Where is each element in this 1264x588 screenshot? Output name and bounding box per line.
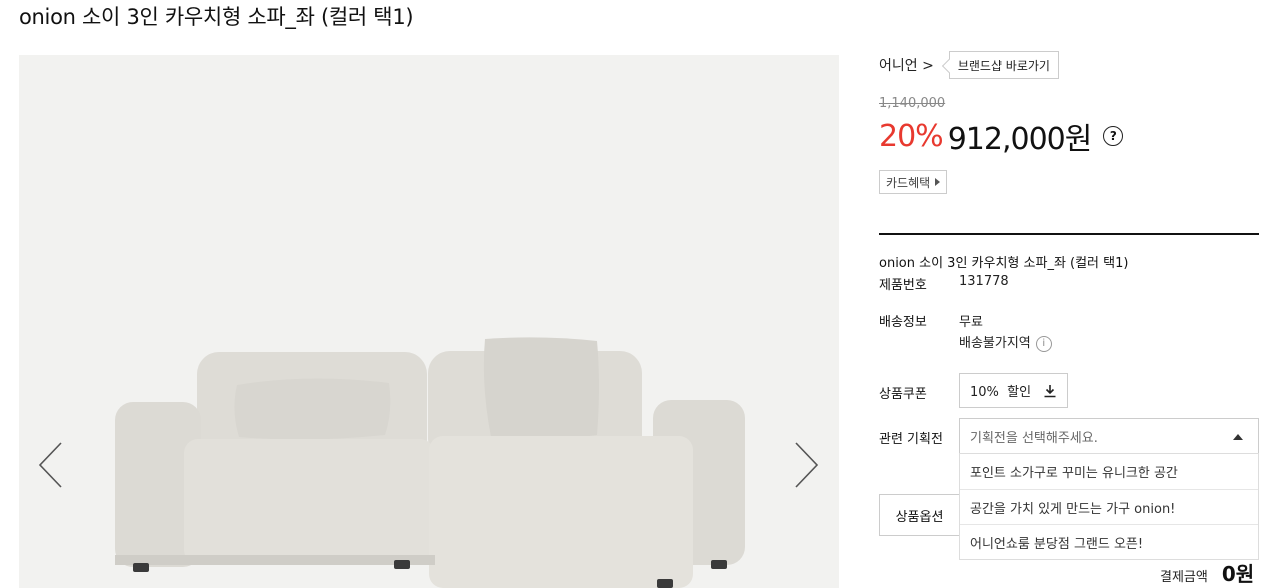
brand-shop-button[interactable]: 브랜드샵 바로가기 xyxy=(948,51,1059,79)
product-title: onion 소이 3인 카우치형 소파_좌 (컬러 택1) xyxy=(19,5,414,29)
gallery-prev-button[interactable] xyxy=(37,440,67,490)
sale-price: 912,000원 xyxy=(947,122,1093,157)
total-value: 0원 xyxy=(1221,562,1255,586)
coupon-download-button[interactable]: 10% 할인 xyxy=(959,373,1068,408)
download-icon xyxy=(1044,384,1056,397)
chevron-right-icon xyxy=(795,442,819,488)
promo-label: 관련 기획전 xyxy=(879,432,943,447)
product-image-gallery xyxy=(19,55,839,588)
info-icon[interactable]: i xyxy=(1035,335,1052,352)
total-label: 결제금액 xyxy=(1160,570,1208,585)
product-info-name: onion 소이 3인 카우치형 소파_좌 (컬러 택1) xyxy=(879,256,1129,271)
card-benefit-button[interactable]: 카드혜택 xyxy=(879,170,948,194)
shipping-unavailable-link[interactable]: 배송불가지역 xyxy=(959,336,1031,351)
promo-option[interactable]: 어니언쇼룸 분당점 그랜드 오픈! xyxy=(960,524,1258,559)
coupon-label: 상품쿠폰 xyxy=(879,387,927,402)
section-divider xyxy=(879,233,1259,235)
help-icon[interactable]: ? xyxy=(1103,126,1124,146)
promo-option[interactable]: 공간을 가치 있게 만드는 가구 onion! xyxy=(960,489,1258,524)
promo-select[interactable]: 기획전을 선택해주세요. xyxy=(959,418,1259,454)
brand-row: 어니언 > 브랜드샵 바로가기 xyxy=(879,51,1059,79)
sofa-image xyxy=(115,337,745,588)
gallery-next-button[interactable] xyxy=(790,440,820,490)
shipping-value: 무료 xyxy=(959,315,983,330)
card-benefit-label: 카드혜택 xyxy=(886,175,931,190)
promo-placeholder: 기획전을 선택해주세요. xyxy=(970,430,1098,446)
shipping-unavailable-row: 배송불가지역 i xyxy=(959,332,1052,352)
promo-dropdown: 포인트 소가구로 꾸미는 유니크한 공간 공간을 가치 있게 만드는 가구 on… xyxy=(959,453,1259,560)
chevron-left-icon xyxy=(38,442,62,488)
discount-rate: 20% xyxy=(879,118,944,154)
shipping-label: 배송정보 xyxy=(879,315,927,330)
original-price: 1,140,000 xyxy=(879,96,946,111)
promo-option[interactable]: 포인트 소가구로 꾸미는 유니크한 공간 xyxy=(960,454,1258,489)
triangle-right-icon xyxy=(935,178,941,186)
product-no-value: 131778 xyxy=(959,274,1009,289)
total-row: 결제금액 0원 xyxy=(1160,558,1254,587)
brand-link[interactable]: 어니언 > xyxy=(879,55,934,75)
caret-up-icon xyxy=(1233,434,1243,440)
tab-product-option[interactable]: 상품옵션 xyxy=(879,494,959,536)
coupon-value: 10% 할인 xyxy=(970,385,1032,400)
price-row: 20% 912,000원 ? xyxy=(879,116,1124,157)
product-no-label: 제품번호 xyxy=(879,278,927,293)
